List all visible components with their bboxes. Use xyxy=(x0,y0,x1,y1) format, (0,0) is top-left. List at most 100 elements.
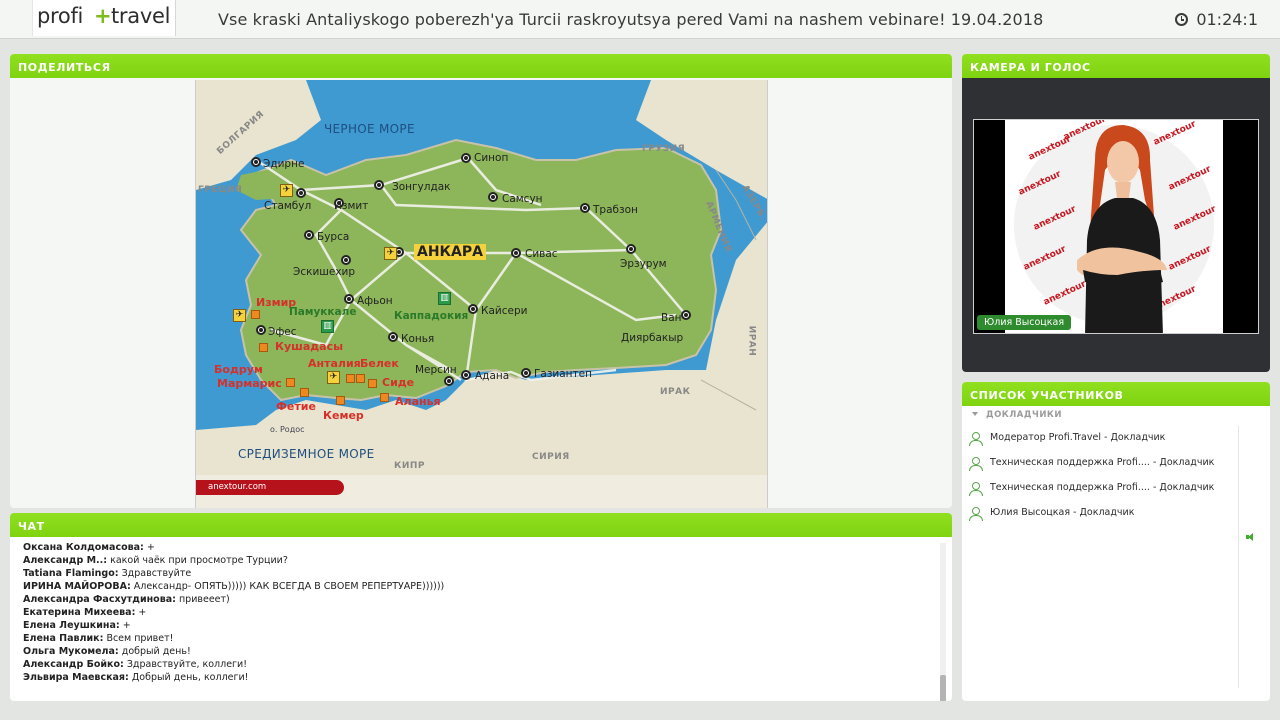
profi-travel-logo[interactable]: profi + travel xyxy=(32,0,176,36)
label-iraq: ИРАК xyxy=(660,387,691,397)
city-dot xyxy=(681,310,691,320)
label-samsun: Самсун xyxy=(502,193,543,205)
chat-scrollbar-track[interactable] xyxy=(940,543,946,690)
speaker-volume-icon[interactable] xyxy=(1246,533,1254,541)
participants-panel: СПИСОК УЧАСТНИКОВ ДОКЛАДЧИКИ Модератор P… xyxy=(962,382,1270,701)
list-divider xyxy=(1238,426,1239,688)
resort-marker xyxy=(380,393,389,402)
speaker-name-tag: Юлия Высоцкая xyxy=(977,315,1072,330)
label-izmit: Измит xyxy=(334,200,369,212)
label-fethiye: Фетие xyxy=(276,400,316,413)
city-dot xyxy=(341,255,351,265)
chat-message-text: Добрый день, коллеги! xyxy=(128,672,249,683)
webinar-title: Vse kraski Antaliyskogo poberezh'ya Turc… xyxy=(218,10,1044,29)
label-sinop: Синоп xyxy=(474,152,509,164)
label-adana: Адана xyxy=(475,370,510,382)
logo-word-profi: profi xyxy=(37,4,84,28)
participant-row[interactable]: Модератор Profi.Travel - Докладчик xyxy=(962,426,1240,451)
chat-scrollbar-thumb[interactable] xyxy=(940,675,946,701)
share-panel: ПОДЕЛИТЬСЯ ЧЕРНОЕ МОРЕ СРЕДИЗЕМНОЕ МОРЕ … xyxy=(10,54,952,508)
speaker-video[interactable]: anextour anextour anextour anextour anextour… xyxy=(973,119,1259,334)
chat-message-author: Александра Фасхутдинова: xyxy=(23,594,176,605)
camera-panel: КАМЕРА И ГОЛОС anextour anextour anextour a… xyxy=(962,54,1270,372)
city-dot xyxy=(374,180,384,190)
airport-icon: ✈ xyxy=(327,371,340,384)
label-belek: Белек xyxy=(360,357,399,370)
timer-value: 01:24:1 xyxy=(1196,10,1258,29)
participant-row[interactable]: Юлия Высоцкая - Докладчик xyxy=(962,501,1240,526)
chat-message: Александр Бойко: Здравствуйте, коллеги! xyxy=(23,658,923,671)
anextour-brand-bar[interactable]: anextour.com xyxy=(196,480,344,495)
label-med-sea: СРЕДИЗЕМНОЕ МОРЕ xyxy=(238,447,375,461)
city-dot xyxy=(388,332,398,342)
participants-list: ДОКЛАДЧИКИ Модератор Profi.Travel - Докл… xyxy=(962,406,1270,701)
city-dot xyxy=(461,153,471,163)
city-dot xyxy=(251,157,261,167)
chat-message-author: Tatiana Flamingo: xyxy=(23,568,119,579)
participant-name: Модератор Profi.Travel - Докладчик xyxy=(990,432,1166,443)
resort-marker xyxy=(286,378,295,387)
chat-message-text: Здравствуйте xyxy=(118,568,192,579)
label-marmaris: Мармарис xyxy=(217,377,282,390)
person-icon xyxy=(969,482,983,496)
chat-message-author: Екатерина Михеева: xyxy=(23,607,136,618)
city-dot xyxy=(468,304,478,314)
chat-message: Эльвира Маевская: Добрый день, коллеги! xyxy=(23,671,923,684)
resort-marker xyxy=(346,374,355,383)
label-gaziantep: Газиантеп xyxy=(534,368,592,380)
label-iran: ИРАН xyxy=(746,325,757,357)
chat-message-author: Эльвира Маевская: xyxy=(23,672,129,683)
camera-panel-heading: КАМЕРА И ГОЛОС xyxy=(962,54,1270,78)
label-efes: Эфес xyxy=(268,326,297,338)
label-kemer: Кемер xyxy=(323,409,364,422)
speaker-image: anextouranextouranextour anextouranextour… xyxy=(1014,120,1218,333)
label-kusadasi: Кушадасы xyxy=(275,340,344,353)
participant-row[interactable]: Техническая поддержка Profi.... - Доклад… xyxy=(962,451,1240,476)
session-timer: 01:24:1 xyxy=(1175,10,1258,29)
chat-message: Елена Павлик: Всем привет! xyxy=(23,632,923,645)
participant-name: Техническая поддержка Profi.... - Доклад… xyxy=(990,457,1215,468)
person-icon xyxy=(969,507,983,521)
city-dot xyxy=(444,376,454,386)
chat-message-author: ИРИНА МАЙОРОВА: xyxy=(23,581,131,592)
resort-marker xyxy=(259,343,268,352)
chat-panel-heading: ЧАТ xyxy=(10,513,952,537)
chat-message-author: Елена Леушкина: xyxy=(23,620,120,631)
chat-message-author: Оксана Колдомасова: xyxy=(23,542,144,553)
label-mersin: Мерсин xyxy=(415,364,457,376)
label-bodrum: Бодрум xyxy=(214,363,263,376)
city-dot xyxy=(580,203,590,213)
label-zonguldak: Зонгулдак xyxy=(392,181,451,193)
label-trabzon: Трабзон xyxy=(593,204,638,216)
chat-message-list: Оксана Колдомасова: + Александр М..: како… xyxy=(23,541,923,684)
logo-word-travel: travel xyxy=(111,4,171,28)
label-istanbul: Стамбул xyxy=(264,200,312,212)
label-erzurum: Эрзурум xyxy=(620,258,667,270)
backdrop-brand-word: anextour xyxy=(1152,120,1198,148)
resort-marker xyxy=(356,374,365,383)
label-diyarbakir: Диярбакыр xyxy=(621,332,684,344)
label-ankara: АНКАРА xyxy=(414,244,486,260)
airport-icon: ✈ xyxy=(233,309,246,322)
city-dot xyxy=(626,244,636,254)
label-greece: ГРЕЦИЯ xyxy=(198,185,243,195)
collapse-triangle-icon xyxy=(972,412,978,416)
label-cyprus: КИПР xyxy=(394,461,426,471)
resort-marker xyxy=(336,396,345,405)
city-dot xyxy=(488,192,498,202)
group-speakers[interactable]: ДОКЛАДЧИКИ xyxy=(972,410,1062,420)
label-bursa: Бурса xyxy=(317,231,350,243)
chat-message-text: + xyxy=(135,607,147,618)
label-van: Ван xyxy=(661,312,682,324)
resort-marker xyxy=(368,379,377,388)
chat-message-text: Здравствуйте, коллеги! xyxy=(123,659,248,670)
chat-messages-area[interactable]: Оксана Колдомасова: + Александр М..: како… xyxy=(10,537,952,701)
label-kayseri: Кайсери xyxy=(481,305,528,317)
label-antalya: Анталия xyxy=(308,357,361,370)
city-dot xyxy=(256,325,266,335)
person-icon xyxy=(969,457,983,471)
label-black-sea: ЧЕРНОЕ МОРЕ xyxy=(324,122,415,136)
city-dot xyxy=(304,230,314,240)
participant-row[interactable]: Техническая поддержка Profi.... - Доклад… xyxy=(962,476,1240,501)
label-pamukkale: Памуккале xyxy=(289,306,357,318)
